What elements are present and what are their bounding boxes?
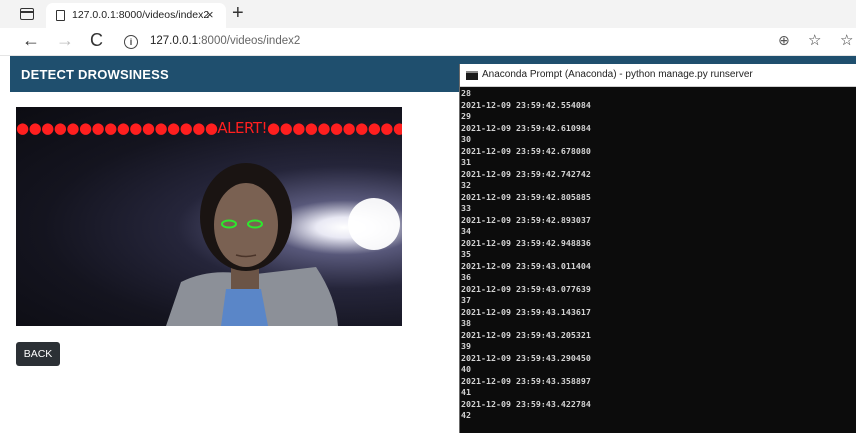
- console-line: 2021-12-09 23:59:43.143617: [461, 306, 591, 317]
- url-host: 127.0.0.1: [150, 35, 198, 47]
- console-icon: [466, 71, 478, 80]
- console-line: 2021-12-09 23:59:42.610984: [461, 122, 591, 133]
- console-line: 2021-12-09 23:59:42.554084: [461, 99, 591, 110]
- url-field[interactable]: 127.0.0.1:8000/videos/index2: [150, 35, 300, 47]
- console-line: 29: [461, 111, 471, 121]
- close-icon[interactable]: ×: [206, 7, 214, 22]
- console-line: 36: [461, 272, 471, 282]
- back-button[interactable]: BACK: [16, 342, 60, 366]
- console-line: 2021-12-09 23:59:42.948836: [461, 237, 591, 248]
- console-line: 2021-12-09 23:59:43.422784: [461, 398, 591, 409]
- browser-tab[interactable]: 127.0.0.1:8000/videos/index2 ×: [46, 3, 226, 28]
- console-line: 37: [461, 295, 471, 305]
- zoom-icon[interactable]: ⊕: [778, 32, 790, 49]
- tab-actions-icon[interactable]: [20, 8, 34, 20]
- webcam-person-image: [166, 163, 400, 326]
- console-line: 39: [461, 341, 471, 351]
- console-line: 2021-12-09 23:59:42.805885: [461, 191, 591, 202]
- console-line: 42: [461, 410, 471, 420]
- console-titlebar[interactable]: Anaconda Prompt (Anaconda) - python mana…: [460, 64, 856, 87]
- back-arrow-icon[interactable]: ←: [22, 30, 40, 51]
- console-line: 30: [461, 134, 471, 144]
- new-tab-icon[interactable]: +: [232, 2, 244, 24]
- console-line: 2021-12-09 23:59:42.893037: [461, 214, 591, 225]
- console-line: 38: [461, 318, 471, 328]
- console-line: 2021-12-09 23:59:43.290450: [461, 352, 591, 363]
- page-title: DETECT DROWSINESS: [21, 67, 169, 82]
- console-line: 28: [461, 88, 471, 98]
- refresh-icon[interactable]: C: [90, 30, 103, 51]
- lamp-glow: [348, 198, 400, 250]
- console-line: 35: [461, 249, 471, 259]
- webcam-video-feed: ●●●●●●●●●●●●●●●●ALERT!●●●●●●●●●●●●●●●●●: [16, 107, 402, 326]
- console-line: 2021-12-09 23:59:42.742742: [461, 168, 591, 179]
- collections-icon[interactable]: ☆: [840, 31, 853, 49]
- console-output: 28 2021-12-09 23:59:42.554084 29 2021-12-09…: [461, 88, 855, 430]
- favorite-star-icon[interactable]: ☆: [808, 31, 821, 49]
- console-line: 2021-12-09 23:59:42.678080: [461, 145, 591, 156]
- console-title: Anaconda Prompt (Anaconda) - python mana…: [482, 69, 753, 80]
- console-line: 33: [461, 203, 471, 213]
- console-line: 2021-12-09 23:59:43.358897: [461, 375, 591, 386]
- tab-title: 127.0.0.1:8000/videos/index2: [72, 9, 210, 21]
- console-line: 41: [461, 387, 471, 397]
- address-bar: ← → C i 127.0.0.1:8000/videos/index2 ⊕ ☆…: [0, 28, 856, 56]
- console-line: 40: [461, 364, 471, 374]
- shirt-shape: [221, 289, 268, 326]
- console-line: 2021-12-09 23:59:43.205321: [461, 329, 591, 340]
- url-path: :8000/videos/index2: [197, 35, 301, 47]
- face-shape: [214, 183, 278, 267]
- anaconda-prompt-window: Anaconda Prompt (Anaconda) - python mana…: [459, 64, 856, 433]
- console-line: 31: [461, 157, 471, 167]
- forward-arrow-icon[interactable]: →: [56, 30, 74, 51]
- page-icon: [56, 10, 65, 21]
- info-icon[interactable]: i: [124, 35, 138, 49]
- console-line: 34: [461, 226, 471, 236]
- console-line: 32: [461, 180, 471, 190]
- console-line: 2021-12-09 23:59:43.011404: [461, 260, 591, 271]
- browser-tab-strip: 127.0.0.1:8000/videos/index2 × +: [0, 0, 856, 28]
- console-line: 2021-12-09 23:59:43.077639: [461, 283, 591, 294]
